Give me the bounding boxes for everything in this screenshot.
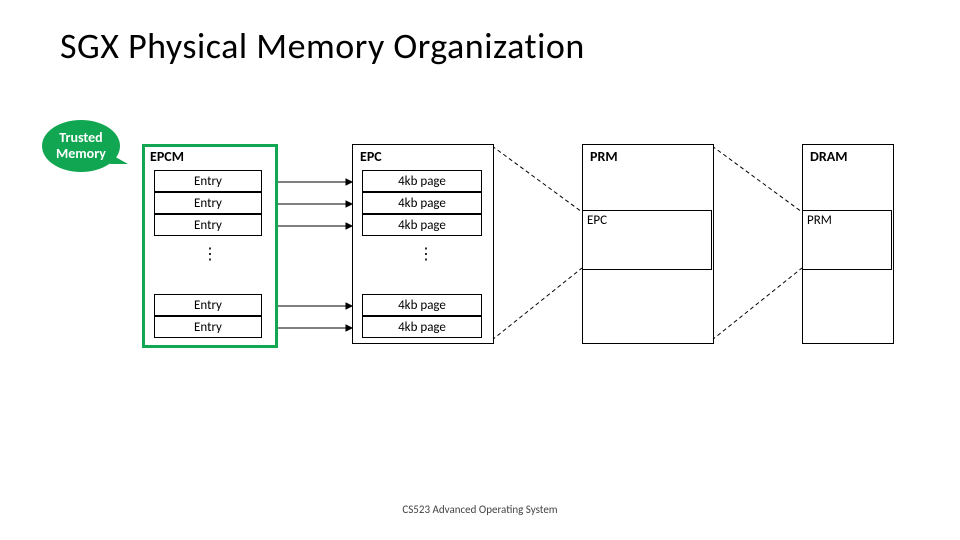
vdots-icon: ⋮: [202, 250, 214, 260]
epc-rows-bot: 4kb page 4kb page: [362, 294, 482, 338]
epcm-rows-top: Entry Entry Entry: [154, 170, 262, 236]
slide-footer: CS523 Advanced Operating System: [0, 503, 960, 516]
memory-diagram: Trusted Memory EPCM Entry Entry Entry ⋮ …: [62, 140, 898, 400]
epc-label: EPC: [360, 148, 382, 165]
bubble-line1: Trusted: [59, 129, 102, 146]
table-row: Entry: [154, 192, 262, 214]
table-row: Entry: [154, 214, 262, 236]
dram-label: DRAM: [810, 148, 847, 165]
table-row: 4kb page: [362, 316, 482, 338]
table-row: 4kb page: [362, 170, 482, 192]
prm-inner-epc: EPC: [582, 210, 712, 270]
vdots-icon: ⋮: [418, 250, 430, 260]
prm-label: PRM: [590, 148, 618, 165]
epc-rows-top: 4kb page 4kb page 4kb page: [362, 170, 482, 236]
table-row: Entry: [154, 316, 262, 338]
table-row: 4kb page: [362, 214, 482, 236]
epcm-label: EPCM: [150, 148, 184, 165]
table-row: Entry: [154, 294, 262, 316]
table-row: 4kb page: [362, 294, 482, 316]
bubble-line2: Memory: [56, 145, 106, 162]
epcm-rows-bot: Entry Entry: [154, 294, 262, 338]
dram-inner-prm: PRM: [802, 210, 892, 270]
table-row: Entry: [154, 170, 262, 192]
slide-title: SGX Physical Memory Organization: [60, 24, 585, 68]
table-row: 4kb page: [362, 192, 482, 214]
trusted-memory-bubble: Trusted Memory: [42, 120, 120, 172]
